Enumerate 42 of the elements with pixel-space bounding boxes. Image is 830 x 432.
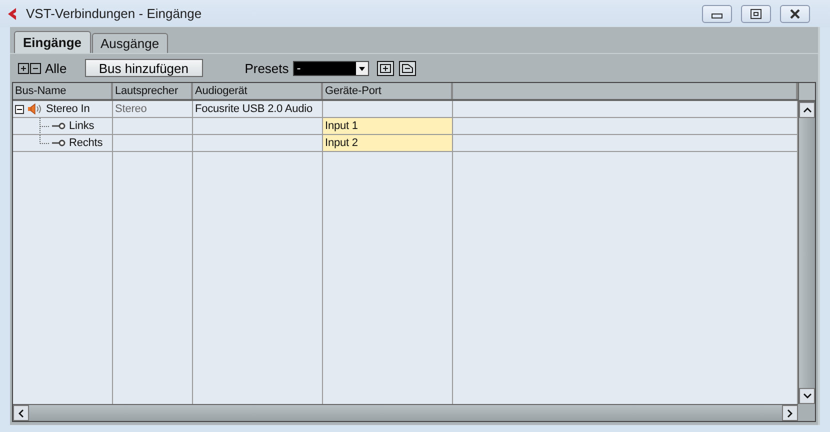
caret-icon: [356, 62, 368, 74]
chevron-left-icon: [18, 408, 24, 418]
all-label: Alle: [45, 60, 67, 76]
presets-dropdown[interactable]: -: [292, 60, 369, 76]
chevron-down-icon: [802, 393, 812, 399]
presets-label: Presets: [244, 60, 289, 76]
remove-preset-button[interactable]: [398, 60, 416, 76]
save-preset-button[interactable]: [376, 60, 394, 76]
expand-all-icon[interactable]: [18, 62, 29, 74]
connector-icon: [52, 139, 66, 147]
bus-name: Stereo In: [46, 103, 90, 115]
scroll-left-button[interactable]: [13, 405, 29, 421]
add-bus-button[interactable]: Bus hinzufügen: [84, 59, 203, 77]
device-cell: Focusrite USB 2.0 Audio: [193, 101, 323, 117]
minus-box-icon: [398, 60, 416, 76]
close-icon: [788, 8, 802, 18]
close-button[interactable]: [780, 4, 810, 22]
column-header[interactable]: Bus-Name: [13, 83, 113, 99]
scroll-up-button[interactable]: [799, 102, 815, 118]
maximize-icon: [749, 8, 763, 18]
speaker-icon: [27, 103, 43, 115]
chevron-right-icon: [787, 408, 793, 418]
connector-icon: [52, 122, 66, 130]
port-cell: Input 1: [323, 118, 453, 134]
collapse-icon[interactable]: [15, 104, 24, 114]
speaker-cell: Stereo: [113, 101, 193, 117]
collapse-all-icon[interactable]: [30, 62, 41, 74]
plus-box-icon: [376, 60, 394, 76]
column-header[interactable]: Geräte-Port: [323, 83, 453, 99]
chevron-up-icon: [802, 107, 812, 113]
channel-name: Links: [69, 120, 94, 132]
window-title: VST-Verbindungen - Eingänge: [26, 6, 203, 21]
tab[interactable]: Eingänge: [14, 31, 91, 53]
tab[interactable]: Ausgänge: [92, 33, 168, 53]
column-header[interactable]: Lautsprecher: [113, 83, 193, 99]
scroll-right-button[interactable]: [782, 405, 798, 421]
channel-name: Rechts: [69, 137, 103, 149]
port-cell: Input 2: [323, 135, 453, 151]
minimize-button[interactable]: [702, 4, 732, 22]
maximize-button[interactable]: [741, 4, 771, 22]
scroll-down-button[interactable]: [799, 388, 815, 404]
column-header[interactable]: Audiogerät: [193, 83, 323, 99]
